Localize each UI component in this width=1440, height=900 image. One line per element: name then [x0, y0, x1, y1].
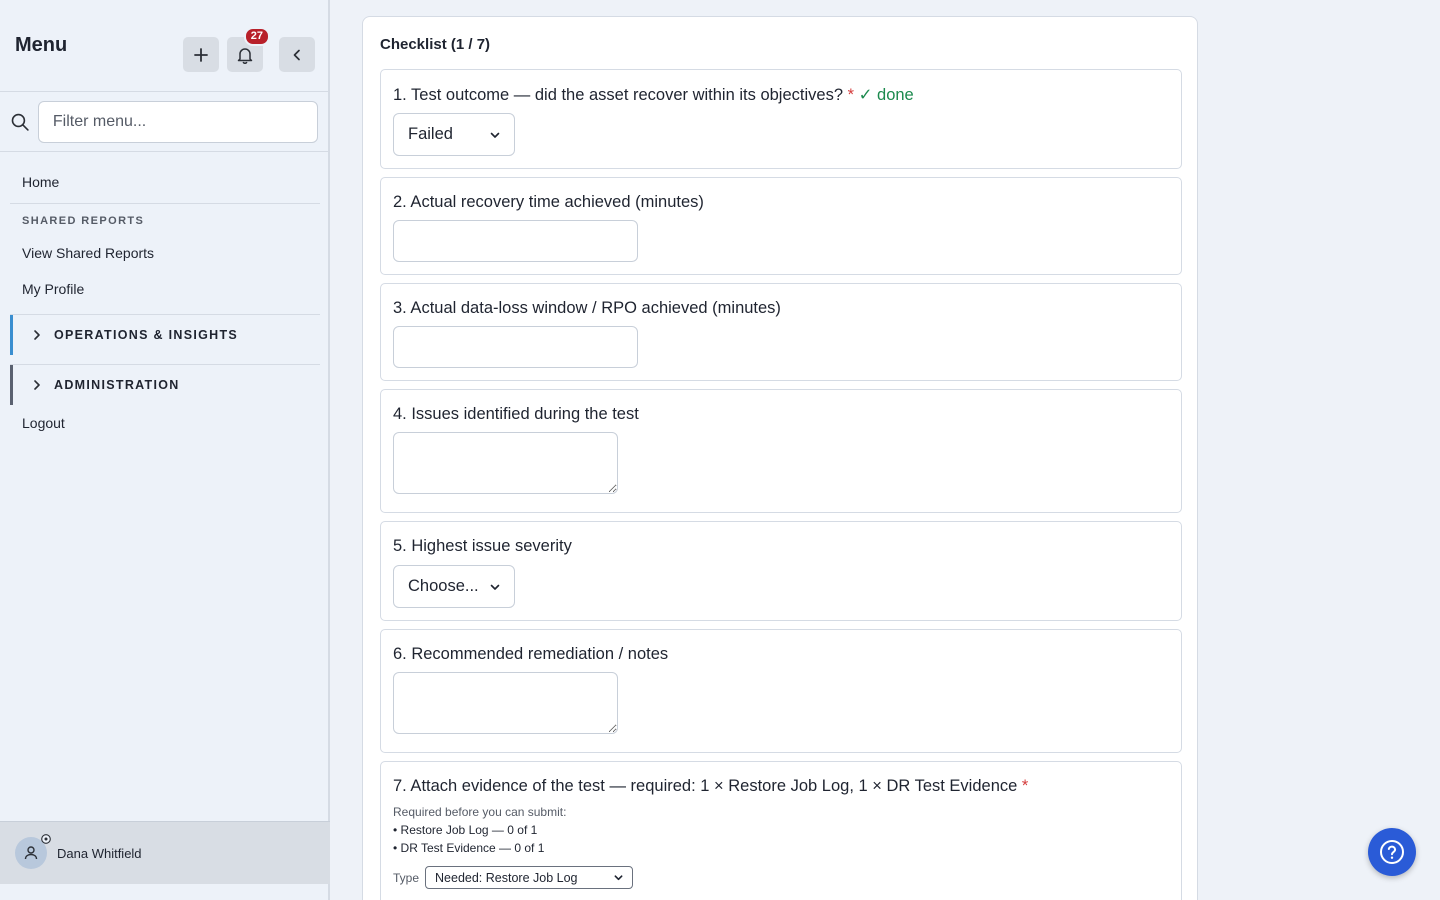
chevron-right-icon: [34, 330, 40, 340]
question-text: 7. Attach evidence of the test — require…: [393, 777, 1018, 795]
sidebar-group-administration[interactable]: ADMINISTRATION: [10, 365, 320, 405]
done-indicator: ✓ done: [858, 86, 914, 104]
test-outcome-select[interactable]: Failed: [393, 113, 515, 156]
question-6: 6. Recommended remediation / notes: [380, 629, 1182, 753]
question-circle-icon: [1380, 840, 1404, 864]
required-note: Required before you can submit:: [393, 805, 567, 819]
notification-badge: 27: [243, 27, 270, 46]
bell-icon: [237, 47, 253, 64]
section-label-shared-reports: SHARED REPORTS: [22, 215, 145, 227]
question-label: 5. Highest issue severity: [393, 537, 572, 555]
sidebar-group-operations-insights[interactable]: OPERATIONS & INSIGHTS: [10, 315, 320, 355]
chevron-down-icon: [614, 875, 623, 881]
plus-icon: [194, 47, 208, 62]
rpo-input[interactable]: [393, 326, 638, 368]
question-text: 1. Test outcome — did the asset recover …: [393, 86, 843, 104]
type-label: Type: [393, 870, 420, 885]
search-icon: [11, 113, 29, 131]
group-label: ADMINISTRATION: [54, 378, 180, 392]
gear-icon: [41, 834, 51, 844]
question-2: 2. Actual recovery time achieved (minute…: [380, 177, 1182, 275]
question-label: 1. Test outcome — did the asset recover …: [393, 85, 914, 105]
question-5: 5. Highest issue severity Choose...: [380, 521, 1182, 621]
required-marker: *: [847, 86, 855, 104]
chevron-down-icon: [490, 584, 500, 590]
severity-select[interactable]: Choose...: [393, 565, 515, 608]
sidebar-item-logout[interactable]: Logout: [0, 415, 87, 431]
evidence-type-row: Type Needed: Restore Job Log: [393, 866, 634, 889]
checklist-panel: Checklist (1 / 7) 1. Test outcome — did …: [362, 16, 1198, 900]
question-label: 6. Recommended remediation / notes: [393, 645, 669, 663]
sidebar-item-home[interactable]: Home: [0, 174, 81, 190]
notifications-button[interactable]: 27: [227, 27, 270, 72]
add-button[interactable]: [183, 37, 219, 72]
collapse-sidebar-button[interactable]: [279, 37, 315, 72]
checklist-title: Checklist (1 / 7): [380, 36, 491, 53]
chevron-down-icon: [490, 132, 500, 138]
menu-filter: [0, 92, 328, 152]
sidebar-header: Menu 27: [0, 0, 328, 92]
question-label: 3. Actual data-loss window / RPO achieve…: [393, 299, 781, 317]
recovery-time-input[interactable]: [393, 220, 638, 262]
sidebar: Menu 27 Home SHARED REPORTS View Shared …: [0, 0, 330, 900]
selected-value: Choose...: [408, 577, 479, 595]
chevron-left-icon: [293, 49, 300, 60]
user-footer[interactable]: Dana Whitfield: [0, 821, 330, 884]
help-button[interactable]: [1368, 828, 1416, 876]
required-marker: *: [1021, 777, 1029, 795]
question-1: 1. Test outcome — did the asset recover …: [380, 69, 1182, 169]
required-item: • Restore Job Log — 0 of 1: [393, 823, 538, 837]
sidebar-item-view-shared-reports[interactable]: View Shared Reports: [0, 245, 176, 261]
question-label: 2. Actual recovery time achieved (minute…: [393, 193, 704, 211]
avatar[interactable]: [15, 834, 51, 869]
chevron-right-icon: [34, 380, 40, 390]
filter-menu-input[interactable]: [37, 100, 318, 143]
question-label: 7. Attach evidence of the test — require…: [393, 777, 1028, 796]
divider: [10, 203, 320, 204]
user-name: Dana Whitfield: [57, 845, 142, 861]
selected-value: Failed: [408, 125, 453, 143]
issues-textarea[interactable]: [393, 432, 618, 494]
group-label: OPERATIONS & INSIGHTS: [54, 328, 239, 342]
evidence-type-select[interactable]: Needed: Restore Job Log: [425, 866, 634, 889]
sidebar-title: Menu: [15, 34, 68, 56]
required-item: • DR Test Evidence — 0 of 1: [393, 841, 545, 855]
user-icon: [24, 846, 38, 860]
question-3: 3. Actual data-loss window / RPO achieve…: [380, 283, 1182, 381]
selected-value: Needed: Restore Job Log: [435, 870, 578, 885]
question-4: 4. Issues identified during the test: [380, 389, 1182, 513]
remediation-textarea[interactable]: [393, 672, 618, 734]
sidebar-item-my-profile[interactable]: My Profile: [0, 281, 106, 297]
question-label: 4. Issues identified during the test: [393, 405, 639, 423]
question-7: 7. Attach evidence of the test — require…: [380, 761, 1182, 900]
